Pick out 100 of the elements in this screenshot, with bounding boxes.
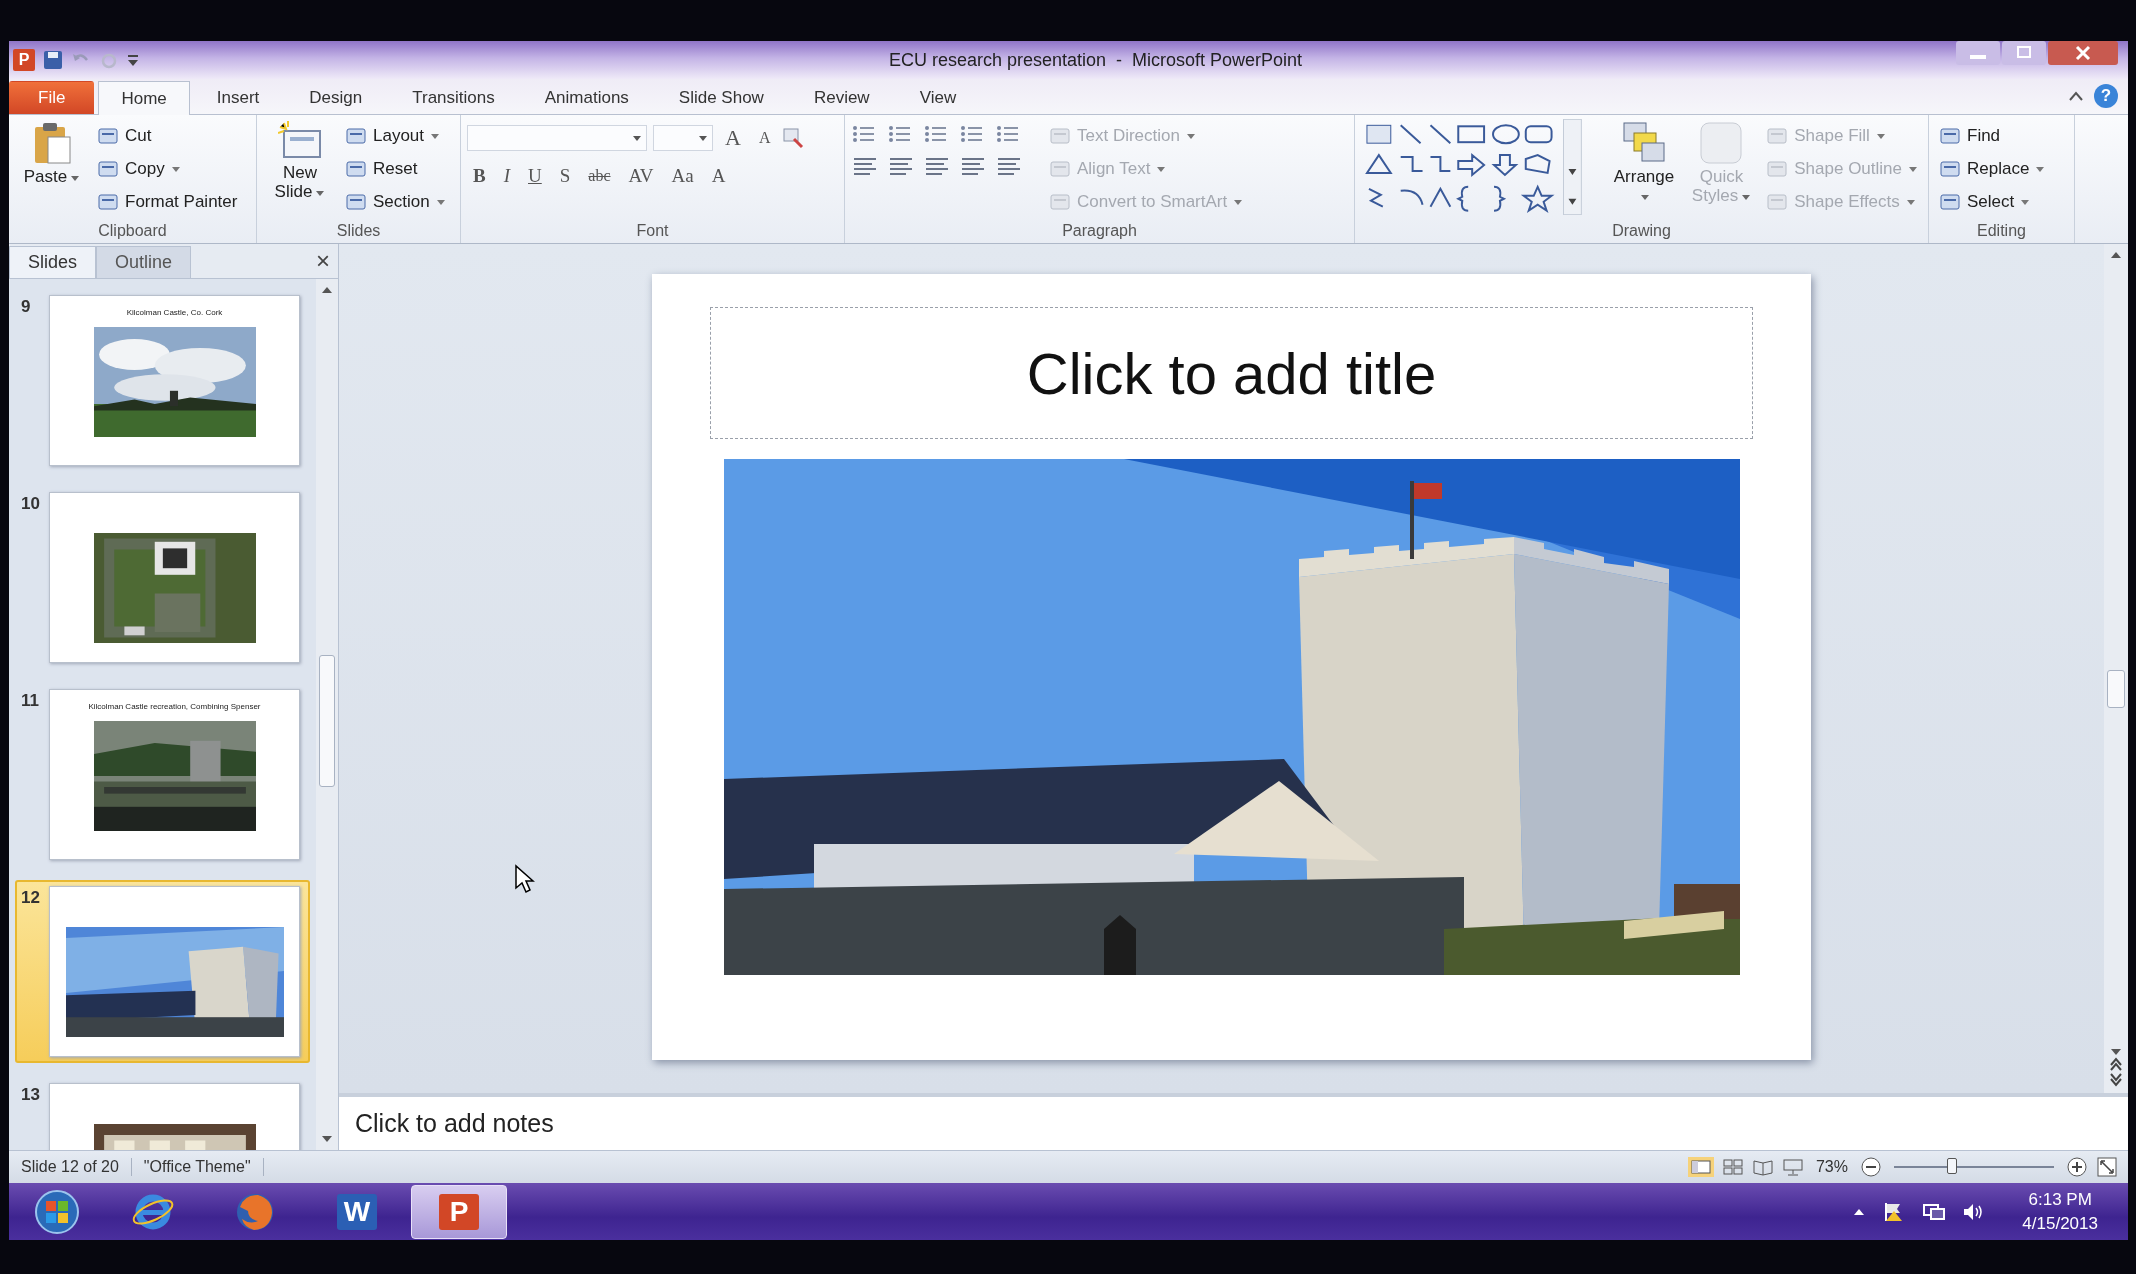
- caret-icon: [1908, 164, 1918, 173]
- style-square-icon: [1699, 121, 1744, 165]
- zoom-level[interactable]: 73%: [1811, 1158, 1852, 1176]
- thumbnail-row[interactable]: 10: [15, 486, 310, 669]
- zoom-slider-thumb[interactable]: [1946, 1158, 1957, 1174]
- ribbon-button[interactable]: Select: [1935, 185, 2050, 218]
- group-label: Clipboard: [98, 222, 167, 240]
- command-icon: [1766, 191, 1789, 212]
- large-button[interactable]: Paste: [15, 119, 89, 188]
- command-icon: [1939, 158, 1961, 179]
- ribbon-button[interactable]: Section: [341, 185, 450, 218]
- large-button[interactable]: New Slide: [263, 119, 337, 203]
- scrollbar-thumb[interactable]: [319, 655, 335, 787]
- thumbnail-row[interactable]: 9 Kilcolman Castle, Co. Cork: [15, 289, 310, 472]
- font-format-button[interactable]: Aa: [665, 163, 700, 189]
- command-icon: [1766, 125, 1789, 146]
- taskbar-button[interactable]: P: [411, 1184, 507, 1239]
- command-icon: [1939, 125, 1961, 146]
- double-chevron-icon[interactable]: [2109, 1057, 2123, 1087]
- selected-thumbnail-row[interactable]: 12: [15, 880, 310, 1063]
- pane-tab[interactable]: Outline: [96, 246, 192, 278]
- title-placeholder[interactable]: Click to add title: [710, 307, 1753, 439]
- scroll-down-icon[interactable]: [2109, 1047, 2123, 1057]
- collapse-ribbon-icon[interactable]: [2068, 90, 2084, 102]
- ribbon-tab[interactable]: Slide Show: [655, 81, 787, 114]
- scrollbar-thumb[interactable]: [2107, 670, 2125, 708]
- thumbnail-title: Kilcolman Castle recreation, Combining Spenser: [88, 702, 261, 711]
- font-format-button[interactable]: abc: [582, 165, 617, 187]
- font-format-button[interactable]: S: [553, 163, 577, 189]
- ribbon-tab[interactable]: View: [896, 81, 980, 114]
- command-icon: [97, 191, 119, 212]
- ribbon-tab[interactable]: Insert: [193, 81, 283, 114]
- slide-number: 13: [21, 1084, 41, 1106]
- ribbon-tab[interactable]: Review: [790, 81, 893, 114]
- caret-icon: [1186, 131, 1196, 140]
- slide-thumbnail[interactable]: Kilcolman Castle, Co. Cork: [49, 295, 300, 466]
- ribbon-button[interactable]: Find: [1935, 119, 2050, 152]
- slide-number: 11: [21, 690, 40, 712]
- ribbon-tab[interactable]: Design: [286, 81, 386, 114]
- book-icon[interactable]: [1751, 1157, 1774, 1177]
- large-button[interactable]: Arrange: [1607, 119, 1681, 207]
- scroll-down-icon[interactable]: [320, 1134, 334, 1144]
- close-icon[interactable]: [2048, 41, 2118, 65]
- caret-icon: [2020, 197, 2031, 206]
- command-icon: [1049, 158, 1071, 179]
- clock-time[interactable]: 6:13 PM: [2028, 1187, 2092, 1212]
- notes-field[interactable]: Click to add notes: [339, 1097, 2128, 1150]
- ribbon-button[interactable]: Copy: [93, 152, 242, 185]
- slide-counter: Slide 12 of 20: [9, 1158, 132, 1176]
- ribbon-button[interactable]: Layout: [341, 119, 450, 152]
- zoom-out-icon[interactable]: [1860, 1156, 1882, 1178]
- font-format-button[interactable]: I: [497, 163, 516, 189]
- scrollbar[interactable]: [316, 279, 338, 1150]
- command-icon: [345, 158, 367, 179]
- scroll-up-icon[interactable]: [320, 285, 334, 295]
- group-label: Font: [636, 222, 669, 240]
- zoom-in-icon[interactable]: [2066, 1156, 2088, 1178]
- close-pane-button[interactable]: ×: [308, 247, 338, 278]
- pane-tab[interactable]: Slides: [9, 246, 97, 278]
- screen-icon[interactable]: [1781, 1157, 1804, 1177]
- font-size-field[interactable]: [653, 125, 713, 151]
- clock-date[interactable]: 4/15/2013: [2022, 1211, 2098, 1236]
- help-button[interactable]: ?: [2094, 84, 2118, 108]
- normal-view-icon[interactable]: [1687, 1157, 1714, 1177]
- stacked-squares-icon: [1621, 121, 1666, 165]
- group-label: Editing: [1977, 222, 2026, 240]
- taskbar-button[interactable]: W: [309, 1184, 405, 1239]
- ribbon-button[interactable]: Replace: [1935, 152, 2050, 185]
- thumbnail-row[interactable]: 11 Kilcolman Castle recreation, Combining Spenser: [15, 683, 310, 866]
- scrollbar[interactable]: [2104, 244, 2128, 1093]
- ribbon-tab[interactable]: Home: [98, 81, 190, 115]
- save-icon[interactable]: [43, 50, 63, 70]
- shrink-font-button[interactable]: A: [752, 127, 777, 149]
- font-format-button[interactable]: AV: [622, 163, 660, 189]
- font-format-button[interactable]: B: [467, 163, 492, 189]
- ribbon-button[interactable]: Reset: [341, 152, 450, 185]
- caret-icon: [1156, 164, 1167, 173]
- caret-icon: [435, 197, 446, 206]
- ribbon-button[interactable]: Format Painter: [93, 185, 242, 218]
- font-format-button[interactable]: U: [522, 163, 548, 189]
- font-name-field[interactable]: [467, 125, 647, 151]
- customize-caret-icon[interactable]: [127, 52, 139, 68]
- grow-font-button[interactable]: A: [719, 123, 747, 153]
- ribbon-button[interactable]: Cut: [93, 119, 242, 152]
- command-icon: [1049, 191, 1071, 212]
- slide-thumbnail[interactable]: Kilcolman Castle recreation, Combining Spenser: [49, 689, 300, 860]
- group-label: Paragraph: [1062, 222, 1137, 240]
- slide-thumbnail[interactable]: [49, 492, 300, 663]
- grid-view-icon[interactable]: [1721, 1157, 1744, 1177]
- file-tab[interactable]: File: [9, 81, 95, 114]
- caret-icon: [430, 131, 441, 140]
- scroll-up-icon[interactable]: [2109, 250, 2123, 260]
- app-icon[interactable]: P: [13, 49, 35, 71]
- slide-thumbnail[interactable]: [49, 886, 300, 1057]
- font-format-button[interactable]: A: [705, 163, 732, 189]
- thumbnail-row[interactable]: 13: [15, 1077, 310, 1150]
- ribbon-tab[interactable]: Animations: [521, 81, 652, 114]
- ribbon-tab[interactable]: Transitions: [389, 81, 518, 114]
- command-icon: [1049, 125, 1071, 146]
- fit-to-window-icon[interactable]: [2096, 1156, 2118, 1178]
